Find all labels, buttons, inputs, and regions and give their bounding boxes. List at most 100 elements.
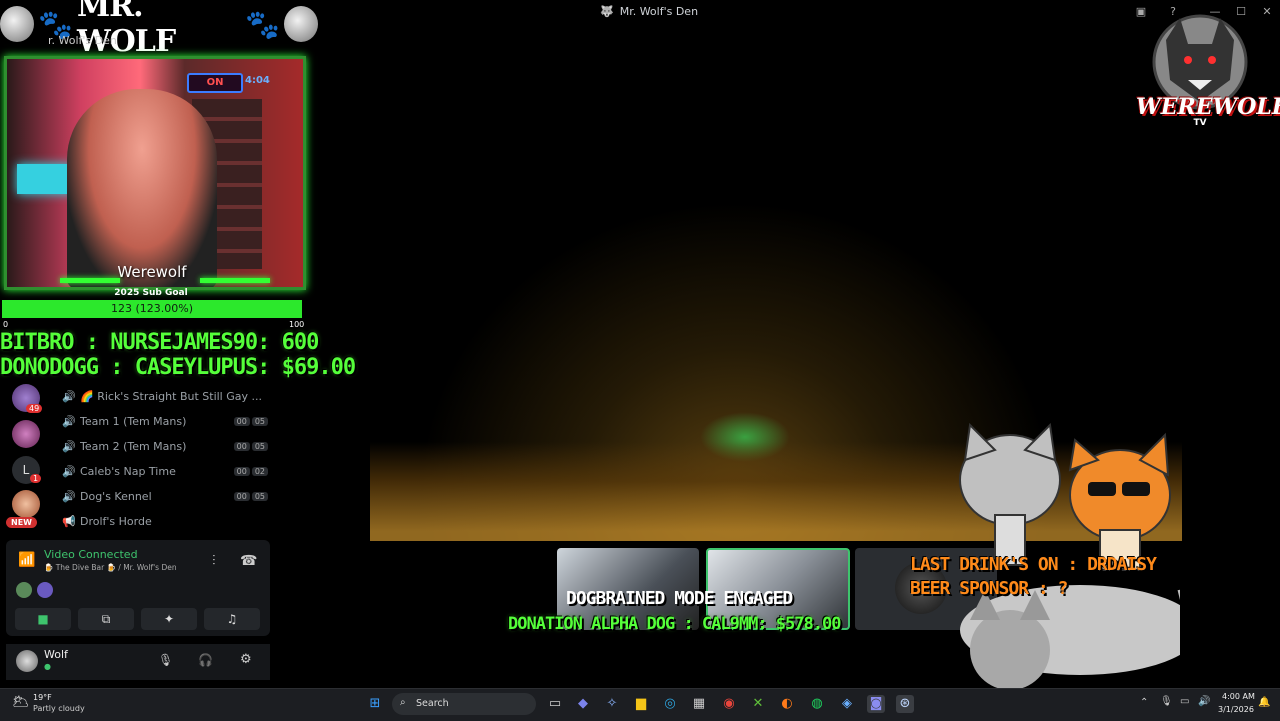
screen-share-button[interactable]: ⧉	[78, 608, 134, 630]
wolf-icon: 🐺	[600, 5, 614, 18]
channel-count: 00	[233, 466, 250, 476]
search-label: Search	[416, 698, 449, 709]
streamer	[67, 89, 217, 287]
monitor-glow	[17, 164, 72, 194]
volume-icon[interactable]: 🔊	[1198, 696, 1210, 707]
unread-badge: 1	[30, 474, 42, 483]
webcam-frame-accent	[60, 278, 120, 283]
moon-icon	[0, 6, 35, 42]
channel-limit: 05	[251, 491, 268, 501]
disconnect-icon[interactable]: ☎	[240, 553, 257, 569]
channel-name: 🌈 Rick's Straight But Still Gay ...	[80, 389, 262, 403]
channel-name: Dog's Kennel	[80, 489, 152, 503]
sub-goal-min: 0	[3, 320, 9, 329]
channel-name: Team 2 (Tem Mans)	[80, 439, 187, 453]
edge-icon[interactable]: ◎	[661, 695, 679, 713]
copilot-icon[interactable]: ✧	[603, 695, 621, 713]
channel-limit: 05	[251, 441, 268, 451]
server-icon[interactable]	[12, 420, 40, 448]
last-drink-text: LAST DRINK'S ON : DRDAISY	[910, 554, 1157, 575]
network-icon[interactable]: ▭	[1180, 696, 1189, 707]
voice-channel-path[interactable]: 🍺 The Dive Bar 🍺 / Mr. Wolf's Den	[44, 563, 177, 572]
soundboard-button[interactable]: ♫	[204, 608, 260, 630]
sub-goal-max: 100	[289, 320, 305, 329]
sub-goal-progress: 123 (123.00%)	[110, 302, 194, 315]
webcam-frame-accent	[200, 278, 270, 283]
beer-sponsor-text: BEER SPONSOR : ?	[910, 578, 1068, 599]
channel-count: 00	[233, 416, 250, 426]
voice-channel[interactable]: 🔊 Dog's Kennel 00 05	[62, 485, 268, 507]
teams-icon[interactable]: ◆	[574, 695, 592, 713]
connection-signal-icon[interactable]: 📶	[18, 552, 35, 568]
speaker-icon: 🔊	[62, 464, 76, 478]
start-icon[interactable]: ⊞	[366, 695, 384, 713]
notification-icon[interactable]: 🔔	[1258, 697, 1270, 708]
server-name[interactable]: r. Wolf's Den	[48, 34, 117, 47]
voice-channel[interactable]: 🔊 Caleb's Nap Time 00 02	[62, 460, 268, 482]
dog-mode-text: DOGBRAINED MODE ENGAGED	[566, 588, 793, 609]
stage-icon: 📢	[62, 514, 76, 528]
gear-icon[interactable]: ⚙	[240, 652, 252, 667]
task-view-icon[interactable]: ▭	[546, 695, 564, 713]
neon-sign: ON	[187, 73, 243, 93]
sub-goal-title: 2025 Sub Goal	[114, 288, 188, 298]
member-avatar[interactable]	[37, 582, 53, 598]
weather-desc[interactable]: Partly cloudy	[33, 704, 85, 713]
noise-suppression-icon[interactable]: ⫶	[212, 553, 216, 569]
clock-date[interactable]: 3/1/2026	[1218, 705, 1254, 714]
voice-channel[interactable]: 🔊 🌈 Rick's Straight But Still Gay ...	[62, 385, 268, 407]
app-icon[interactable]: ◈	[838, 695, 856, 713]
unread-badge: 49	[26, 404, 43, 413]
brand-title: MR. WOLF	[76, 0, 176, 59]
werewolf-tv-logo	[1136, 10, 1264, 150]
channel-name: Team 1 (Tem Mans)	[80, 414, 187, 428]
chrome-icon[interactable]: ◉	[720, 695, 738, 713]
channel-count: 00	[233, 491, 250, 501]
stage-channel[interactable]: 📢 Drolf's Horde	[62, 510, 268, 532]
server-icon[interactable]	[12, 490, 40, 518]
user-name[interactable]: Wolf	[44, 648, 68, 661]
clock-time[interactable]: 4:00 AM	[1222, 692, 1255, 701]
paw-icon: 🐾	[245, 7, 280, 41]
microphone-tray-icon[interactable]: 🎙	[1160, 696, 1173, 707]
firefox-icon[interactable]: ◐	[778, 695, 796, 713]
voice-channel[interactable]: 🔊 Team 1 (Tem Mans) 00 05	[62, 410, 268, 432]
channel-limit: 05	[251, 416, 268, 426]
member-avatar[interactable]	[16, 582, 32, 598]
speaker-icon: 🔊	[62, 389, 76, 403]
voice-channel[interactable]: 🔊 Team 2 (Tem Mans) 00 05	[62, 435, 268, 457]
search-box[interactable]	[392, 693, 536, 715]
weather-icon[interactable]: 🌥	[12, 694, 30, 710]
channel-limit: 02	[251, 466, 268, 476]
file-explorer-icon[interactable]: ▆	[632, 695, 650, 713]
donation-alpha-text: DONATION ALPHA DOG : CAL9MM: $578.00	[508, 614, 841, 634]
headphones-icon[interactable]: 🎧	[198, 653, 213, 667]
speaker-icon: 🔊	[62, 414, 76, 428]
channel-name: Drolf's Horde	[80, 514, 152, 528]
webcam-clock: 4:04	[245, 75, 270, 86]
webcam-frame: ON 4:04	[4, 56, 306, 290]
window-title: 🐺 Mr. Wolf's Den	[600, 5, 698, 18]
discord-icon[interactable]: ◙	[867, 695, 885, 713]
werewolf-logo-sub: TV	[1193, 118, 1207, 128]
xbox-icon[interactable]: ✕	[749, 695, 767, 713]
chevron-up-icon[interactable]: ⌃	[1140, 697, 1148, 708]
steam-icon[interactable]: ⊛	[896, 695, 914, 713]
camera-button[interactable]: ■	[15, 608, 71, 630]
voice-status: Video Connected	[44, 548, 138, 561]
status-icon: ●	[44, 662, 51, 671]
speaker-icon: 🔊	[62, 439, 76, 453]
spotify-icon[interactable]: ◍	[808, 695, 826, 713]
speaker-icon: 🔊	[62, 489, 76, 503]
search-icon: ⌕	[400, 697, 406, 708]
microphone-icon[interactable]: 🎙	[158, 653, 173, 667]
werewolf-logo-text: WEREWOLF	[1136, 94, 1280, 120]
new-badge: NEW	[6, 517, 37, 528]
store-icon[interactable]: ▦	[690, 695, 708, 713]
channel-name: Caleb's Nap Time	[80, 464, 176, 478]
avatar[interactable]	[16, 650, 38, 672]
window-title-text: Mr. Wolf's Den	[619, 5, 699, 18]
channel-count: 00	[233, 441, 250, 451]
activities-button[interactable]: ✦	[141, 608, 197, 630]
weather-temp[interactable]: 19°F	[33, 693, 52, 702]
